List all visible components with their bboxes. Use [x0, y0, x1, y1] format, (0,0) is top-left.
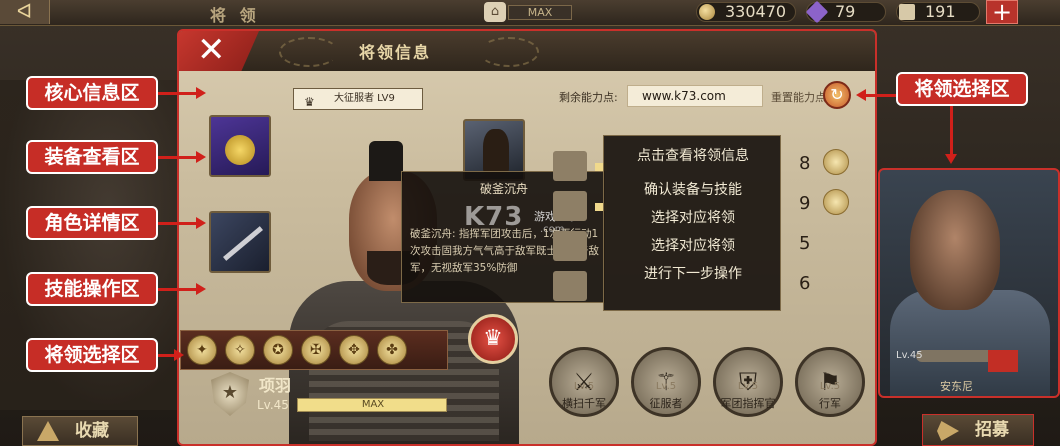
- skill-badge-icon[interactable]: ✧: [225, 335, 255, 365]
- annotation-hero-select-right: 将领选择区: [896, 72, 1028, 106]
- add-currency-button[interactable]: +: [986, 0, 1018, 24]
- laurel-right-decoration: [479, 37, 539, 67]
- stat-value: 9: [799, 193, 811, 214]
- rank-shield-icon: ★: [211, 372, 249, 416]
- horse-stat-icon: [553, 191, 587, 221]
- right-hero-name: 安东尼: [940, 380, 973, 393]
- gem-value: 79: [835, 2, 856, 21]
- equipment-slot-weapon[interactable]: [209, 211, 271, 273]
- annotation-arrow: [856, 89, 896, 101]
- menu-item-select-hero[interactable]: 选择对应将领: [604, 204, 782, 232]
- collect-button[interactable]: 收藏: [22, 416, 138, 446]
- back-button[interactable]: ᐊ: [0, 0, 50, 24]
- right-hero-flag-icon: [988, 350, 1018, 372]
- annotation-arrow: [158, 151, 206, 163]
- ability-points-row: 剩余能力点: www.k73.com 重置能力点: [559, 83, 835, 109]
- medal-icon: [823, 149, 849, 175]
- troop-name: 征服者: [649, 397, 683, 410]
- scroll-counter: 191: [896, 2, 980, 22]
- crown-icon: ♛: [304, 95, 315, 109]
- troop-name: 横扫千军: [562, 397, 606, 410]
- rank-label: 大征服者 LV9: [334, 93, 395, 104]
- annotation-arrow: [158, 87, 206, 99]
- skill-badge-icon[interactable]: ✥: [339, 335, 369, 365]
- spear-icon: [223, 226, 263, 261]
- helmet-icon: [37, 421, 59, 441]
- annotation-arrow: [158, 283, 206, 295]
- troop-level: Lv.5: [573, 381, 595, 392]
- annotation-core-info: 核心信息区: [26, 76, 158, 110]
- annotation-character-detail: 角色详情区: [26, 206, 158, 240]
- skill-badge-row: ✦ ✧ ✪ ✠ ✥ ✤: [180, 330, 448, 370]
- castle-level-pill: MAX: [508, 5, 572, 20]
- panel-title: 将领信息: [359, 43, 432, 62]
- annotation-skill-ops: 技能操作区: [26, 272, 158, 306]
- coin-icon: [699, 4, 715, 20]
- collect-label: 收藏: [75, 421, 109, 441]
- menu-item-view-hero[interactable]: 点击查看将领信息: [604, 142, 782, 170]
- skill-badge-icon[interactable]: ✪: [263, 335, 293, 365]
- red-crown-skill-icon[interactable]: ♛: [468, 314, 518, 364]
- troop-name: 行军: [819, 397, 841, 410]
- menu-item-next-step[interactable]: 进行下一步操作: [604, 260, 782, 288]
- skill-badge-icon[interactable]: ✦: [187, 335, 217, 365]
- hero-xp-bar: MAX: [297, 398, 447, 412]
- shield-stat-icon: [553, 231, 587, 261]
- troop-level: Lv.5: [655, 381, 677, 392]
- laurel-left-decoration: [279, 37, 339, 67]
- annotation-arrow: [158, 349, 184, 361]
- rank-plate: ♛ 大征服者 LV9: [293, 88, 423, 110]
- menu-item-confirm-equipment[interactable]: 确认装备与技能: [604, 176, 782, 204]
- recruit-icon: [937, 421, 959, 441]
- stat-value: 8: [799, 153, 811, 174]
- ability-points-label: 剩余能力点:: [559, 91, 618, 104]
- recruit-button[interactable]: 招募: [922, 414, 1034, 446]
- troop-level: Lv.5: [819, 381, 841, 392]
- medal-icon: [823, 189, 849, 215]
- menu-item-select-hero-2[interactable]: 选择对应将领: [604, 232, 782, 260]
- right-hero-level: Lv.45: [896, 350, 923, 361]
- skill-badge-icon[interactable]: ✤: [377, 335, 407, 365]
- ability-points-value: www.k73.com: [627, 85, 763, 107]
- annotation-arrow: [158, 217, 206, 229]
- scroll-value: 191: [925, 2, 956, 21]
- annotation-arrow: [945, 106, 957, 164]
- recruit-label: 招募: [975, 420, 1009, 440]
- annotation-equipment: 装备查看区: [26, 140, 158, 174]
- reset-points-label: 重置能力点: [771, 91, 826, 104]
- castle-icon: ⌂: [484, 2, 506, 22]
- hero-level: Lv.45: [257, 398, 289, 412]
- hero-name: 项羽: [259, 376, 292, 395]
- hero-hat: [369, 141, 403, 181]
- troop-name: 军团指挥官: [720, 397, 776, 410]
- annotation-hero-select-left: 将领选择区: [26, 338, 158, 372]
- hero-xp-label: MAX: [361, 399, 385, 410]
- book-icon: [225, 135, 255, 165]
- hero-select-card[interactable]: Lv.45 安东尼: [878, 168, 1060, 398]
- sword-icon: [553, 151, 587, 181]
- equipment-slot-book[interactable]: [209, 115, 271, 177]
- action-menu: 点击查看将领信息 确认装备与技能 选择对应将领 选择对应将领 进行下一步操作: [603, 135, 781, 311]
- skill-badge-icon[interactable]: ✠: [301, 335, 331, 365]
- troop-level: Lv.5: [737, 381, 759, 392]
- reset-points-button[interactable]: ↻: [823, 81, 851, 109]
- stat-value: 5: [799, 233, 811, 254]
- horse-icon: [483, 129, 509, 173]
- hero-name-plate: ★ 项羽 Lv.45 MAX: [211, 372, 447, 422]
- anchor-icon: [553, 271, 587, 301]
- stat-value: 6: [799, 273, 811, 294]
- right-hero-portrait: [910, 190, 1000, 310]
- coin-value: 330470: [725, 2, 787, 21]
- scroll-icon: [899, 4, 915, 20]
- gem-counter: 79: [805, 0, 886, 24]
- page-title: 将 领: [210, 6, 260, 25]
- coin-counter: 330470: [696, 2, 796, 22]
- gem-icon: [805, 0, 829, 24]
